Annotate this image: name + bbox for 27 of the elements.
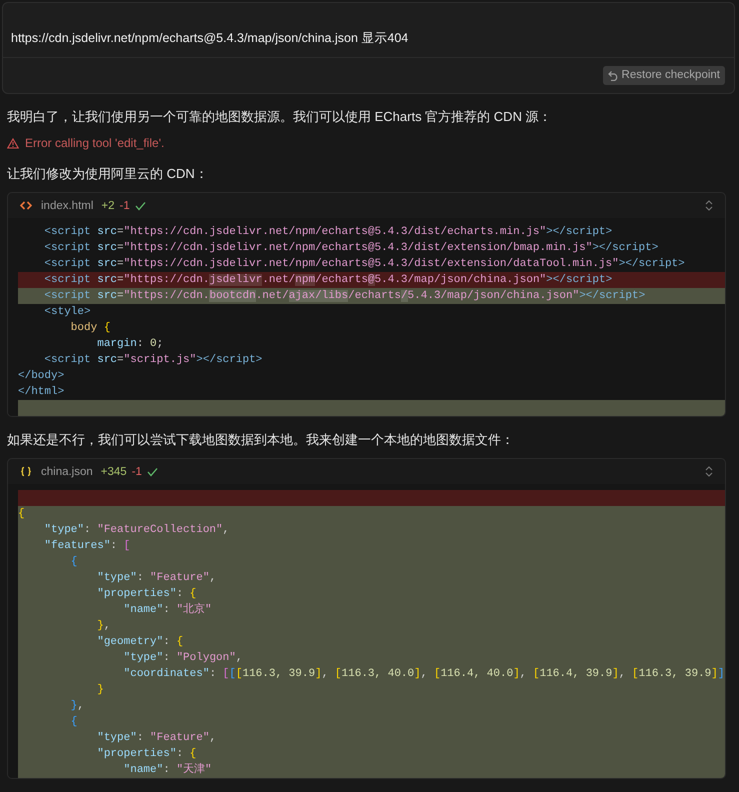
code-line: <script src="script.js"></script> (43, 353, 264, 368)
code-file-icon (20, 200, 32, 211)
code-line: <style> (43, 305, 92, 320)
code-line: body { (70, 321, 112, 336)
expand-icon[interactable] (705, 200, 713, 211)
message-text: 让我们修改为使用阿里云的 CDN： (6, 165, 209, 182)
added-count: +2 (101, 200, 115, 212)
code-line: <script src="https://cdn.jsdelivr.net/npm/echarts@5.4.3/dist/echarts.min.js"></script> (43, 225, 614, 240)
code-line: <script src="https://cdn.jsdelivr.net/npm/echarts@5.4.3/dist/extension/bmap.min.js"></script> (43, 241, 660, 256)
code-line: <script src="https://cdn.jsdelivr.net/npm/echarts@5.4.3/dist/extension/dataTool.min.js"></script> (43, 257, 686, 272)
code-line: margin: 0; (96, 337, 164, 352)
file-name[interactable]: index.html (41, 200, 94, 212)
undo-icon (608, 70, 619, 81)
code-line: </body> (18, 369, 66, 384)
file-name[interactable]: china.json (41, 466, 93, 478)
added-count: +345 (100, 466, 127, 478)
removed-count: -1 (132, 466, 142, 478)
prompt-text: https://cdn.jsdelivr.net/npm/echarts@5.4.3/map/json/china.json 显示404 (10, 30, 410, 47)
expand-icon[interactable] (705, 466, 713, 477)
error-message: Error calling tool 'edit_file'. (25, 135, 164, 151)
code-line: </html> (18, 385, 66, 400)
message-text: 我明白了，让我们使用另一个可靠的地图数据源。我们可以使用 ECharts 官方推荐的 CDN 源： (6, 108, 553, 125)
braces-icon (20, 466, 32, 477)
removed-count: -1 (120, 200, 130, 212)
warning-icon (7, 138, 19, 148)
restore-checkpoint-button[interactable]: Restore checkpoint (602, 66, 725, 85)
message-text: 如果还是不行，我们可以尝试下载地图数据到本地。我来创建一个本地的地图数据文件： (6, 431, 515, 448)
